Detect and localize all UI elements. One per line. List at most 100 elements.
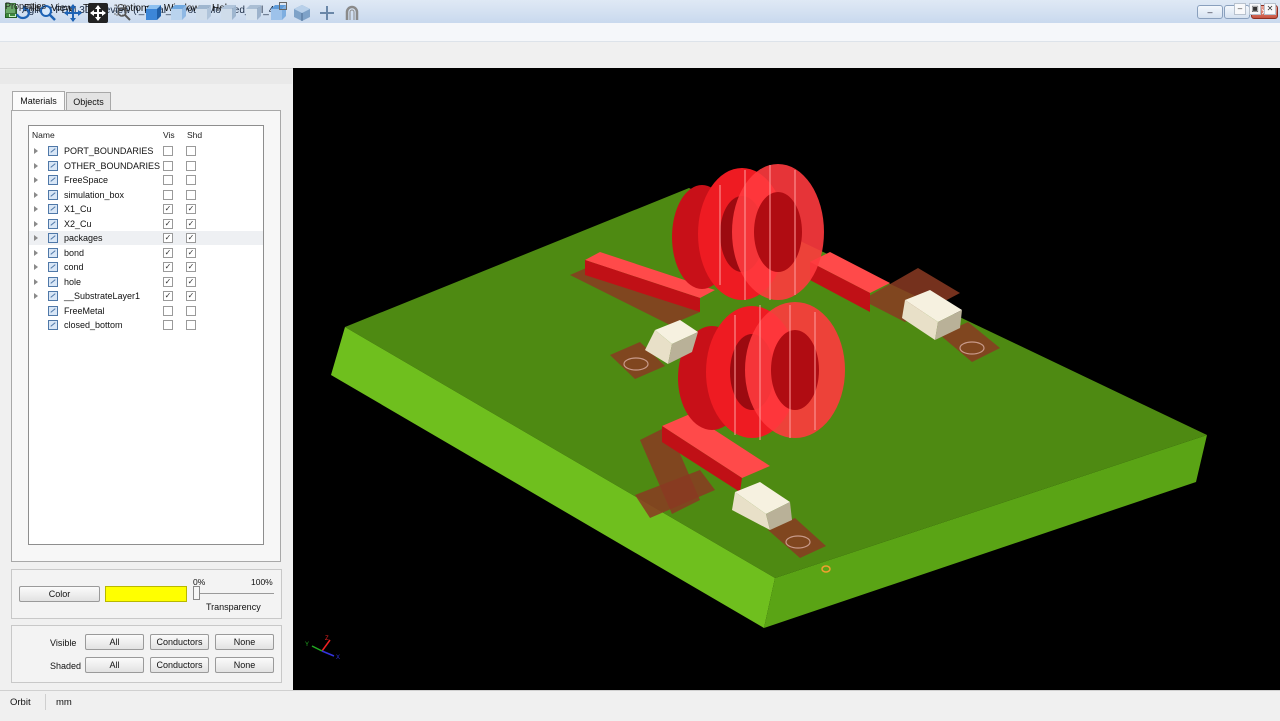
column-vis[interactable]: Vis bbox=[163, 130, 175, 140]
material-row[interactable]: OTHER_BOUNDARIES bbox=[29, 159, 263, 173]
material-row[interactable]: simulation_box bbox=[29, 188, 263, 202]
transparency-slider-handle[interactable] bbox=[193, 586, 200, 600]
3d-viewport[interactable]: Z Y X bbox=[293, 68, 1280, 690]
material-icon bbox=[48, 320, 58, 330]
material-icon bbox=[48, 146, 58, 156]
column-shd[interactable]: Shd bbox=[187, 130, 202, 140]
vis-checkbox[interactable] bbox=[163, 146, 173, 156]
transparency-max-label: 100% bbox=[251, 577, 273, 587]
vis-checkbox[interactable]: ✓ bbox=[163, 276, 173, 287]
toolbar bbox=[0, 42, 1280, 69]
vis-checkbox[interactable] bbox=[163, 189, 173, 200]
tab-materials[interactable]: Materials bbox=[12, 91, 65, 110]
pan-icon[interactable] bbox=[63, 3, 83, 23]
shd-checkbox[interactable]: ✓ bbox=[186, 247, 196, 258]
crosshair-icon[interactable] bbox=[317, 3, 337, 23]
material-row[interactable]: X1_Cu ✓ ✓ bbox=[29, 202, 263, 216]
float-panel-button[interactable] bbox=[279, 2, 287, 10]
shd-checkbox[interactable] bbox=[186, 175, 196, 185]
expand-arrow-icon[interactable] bbox=[34, 191, 38, 198]
expand-arrow-icon[interactable] bbox=[34, 162, 38, 169]
vis-checkbox[interactable]: ✓ bbox=[163, 218, 173, 229]
zoom-box-icon[interactable] bbox=[113, 3, 133, 23]
material-row[interactable]: __SubstrateLayer1 ✓ ✓ bbox=[29, 289, 263, 303]
mdi-minimize-button[interactable]: – bbox=[1234, 3, 1246, 15]
shd-checkbox[interactable] bbox=[186, 146, 196, 156]
material-row[interactable]: PORT_BOUNDARIES bbox=[29, 144, 263, 158]
view-iso-icon[interactable] bbox=[142, 3, 162, 23]
view-left-icon[interactable] bbox=[217, 3, 237, 23]
material-row[interactable]: FreeMetal bbox=[29, 304, 263, 318]
expand-arrow-icon[interactable] bbox=[34, 293, 38, 299]
material-icon bbox=[48, 276, 58, 287]
shd-checkbox[interactable] bbox=[186, 305, 196, 316]
shd-checkbox[interactable]: ✓ bbox=[186, 291, 196, 301]
expand-arrow-icon[interactable] bbox=[34, 278, 38, 285]
mdi-close-button[interactable]: ✕ bbox=[1264, 3, 1276, 15]
pan-select-icon[interactable] bbox=[88, 3, 108, 23]
material-row[interactable]: bond ✓ ✓ bbox=[29, 246, 263, 260]
vis-checkbox[interactable]: ✓ bbox=[163, 204, 173, 214]
material-name: X2_Cu bbox=[64, 218, 92, 229]
color-button[interactable]: Color bbox=[19, 586, 100, 602]
material-row[interactable]: FreeSpace bbox=[29, 173, 263, 187]
material-icon bbox=[48, 305, 58, 316]
shd-checkbox[interactable] bbox=[186, 189, 196, 200]
shaded-label: Shaded bbox=[50, 661, 82, 671]
vis-checkbox[interactable] bbox=[163, 305, 173, 316]
shd-checkbox[interactable] bbox=[186, 160, 196, 171]
expand-arrow-icon[interactable] bbox=[34, 206, 38, 212]
shaded-none-button[interactable]: None bbox=[215, 657, 274, 673]
expand-arrow-icon[interactable] bbox=[34, 220, 38, 227]
shaded-all-button[interactable]: All bbox=[85, 657, 144, 673]
material-row[interactable]: closed_bottom bbox=[29, 318, 263, 332]
visible-all-button[interactable]: All bbox=[85, 634, 144, 650]
material-icon bbox=[48, 247, 58, 258]
minimize-button[interactable]: – bbox=[1197, 5, 1223, 19]
expand-arrow-icon[interactable] bbox=[34, 249, 38, 256]
vis-checkbox[interactable] bbox=[163, 175, 173, 185]
view-right-icon[interactable] bbox=[242, 3, 262, 23]
vis-checkbox[interactable]: ✓ bbox=[163, 291, 173, 301]
view-3d-icon[interactable] bbox=[292, 3, 312, 23]
view-front-icon[interactable] bbox=[167, 3, 187, 23]
material-icon bbox=[48, 204, 58, 214]
magnet-icon[interactable] bbox=[342, 3, 362, 23]
vis-checkbox[interactable] bbox=[163, 320, 173, 330]
shd-checkbox[interactable]: ✓ bbox=[186, 204, 196, 214]
color-swatch[interactable] bbox=[105, 586, 187, 602]
material-name: simulation_box bbox=[64, 189, 125, 200]
vis-checkbox[interactable]: ✓ bbox=[163, 262, 173, 272]
shd-checkbox[interactable]: ✓ bbox=[186, 276, 196, 287]
vis-checkbox[interactable]: ✓ bbox=[163, 247, 173, 258]
column-name[interactable]: Name bbox=[32, 130, 55, 140]
material-icon bbox=[48, 262, 58, 272]
material-icon bbox=[48, 160, 58, 171]
expand-arrow-icon[interactable] bbox=[34, 235, 38, 241]
material-row[interactable]: cond ✓ ✓ bbox=[29, 260, 263, 274]
material-row[interactable]: X2_Cu ✓ ✓ bbox=[29, 217, 263, 231]
visible-none-button[interactable]: None bbox=[215, 634, 274, 650]
vis-checkbox[interactable] bbox=[163, 160, 173, 171]
shd-checkbox[interactable] bbox=[186, 320, 196, 330]
shd-checkbox[interactable]: ✓ bbox=[186, 233, 196, 243]
properties-title: Properties bbox=[5, 1, 47, 11]
material-row[interactable]: hole ✓ ✓ bbox=[29, 275, 263, 289]
transparency-slider-track[interactable] bbox=[196, 593, 274, 594]
material-row[interactable]: packages ✓ ✓ bbox=[29, 231, 263, 245]
shd-checkbox[interactable]: ✓ bbox=[186, 218, 196, 229]
status-divider bbox=[45, 694, 46, 710]
material-name: OTHER_BOUNDARIES bbox=[64, 160, 161, 171]
visible-conductors-button[interactable]: Conductors bbox=[150, 634, 209, 650]
mdi-restore-button[interactable]: ▣ bbox=[1249, 3, 1261, 15]
status-bar bbox=[0, 690, 1280, 721]
shd-checkbox[interactable]: ✓ bbox=[186, 262, 196, 272]
tab-objects[interactable]: Objects bbox=[66, 92, 111, 110]
material-name: FreeSpace bbox=[64, 175, 109, 185]
vis-checkbox[interactable]: ✓ bbox=[163, 233, 173, 243]
shaded-conductors-button[interactable]: Conductors bbox=[150, 657, 209, 673]
view-back-icon[interactable] bbox=[192, 3, 212, 23]
expand-arrow-icon[interactable] bbox=[34, 148, 38, 154]
expand-arrow-icon[interactable] bbox=[34, 264, 38, 270]
expand-arrow-icon[interactable] bbox=[34, 177, 38, 183]
